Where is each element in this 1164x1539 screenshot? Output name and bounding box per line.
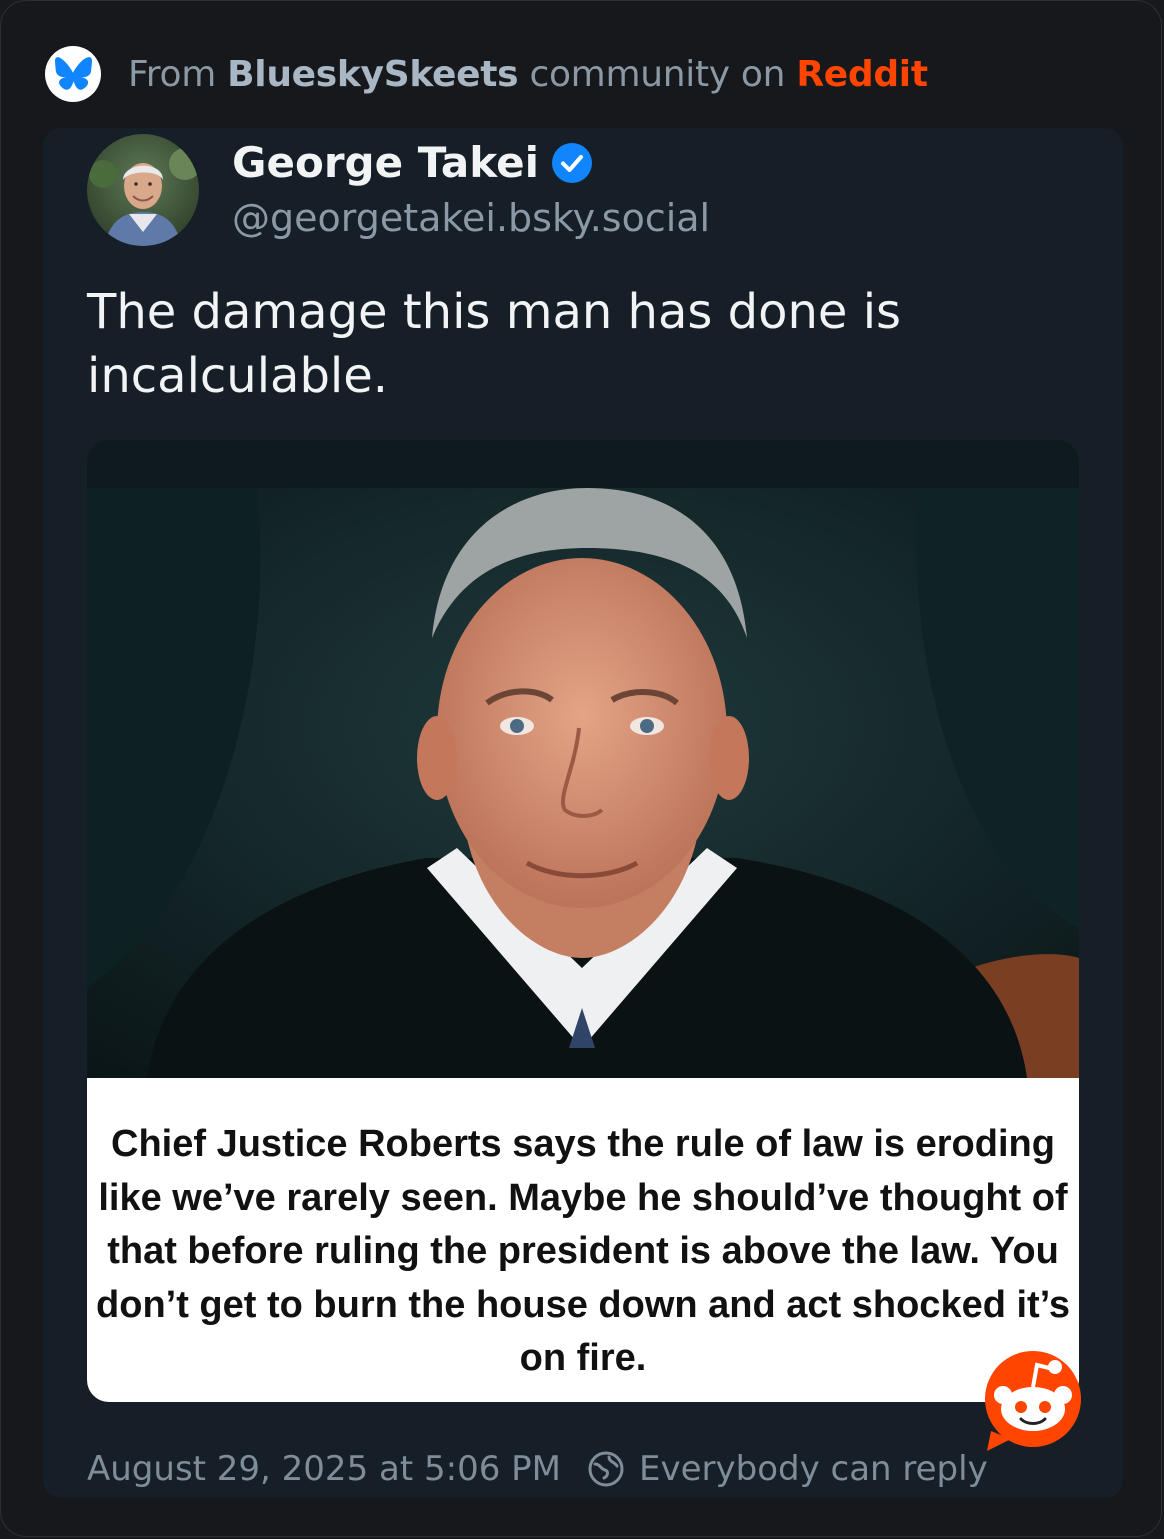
source-prefix: From bbox=[128, 53, 216, 95]
source-attribution: From BlueskySkeets community on Reddit bbox=[45, 45, 928, 103]
post-timestamp[interactable]: August 29, 2025 at 5:06 PM bbox=[87, 1449, 561, 1489]
community-link[interactable]: BlueskySkeets bbox=[227, 54, 518, 95]
source-middle: community on bbox=[529, 53, 786, 95]
post-image[interactable]: Chief Justice Roberts says the rule of l… bbox=[87, 440, 1079, 1402]
post-card[interactable]: George Takei @georgetakei.bsky.social Th… bbox=[43, 128, 1123, 1498]
author-name[interactable]: George Takei bbox=[232, 138, 593, 187]
post-footer: August 29, 2025 at 5:06 PM Everybody can… bbox=[87, 1445, 988, 1493]
verified-check-icon bbox=[551, 142, 593, 184]
avatar[interactable] bbox=[87, 134, 199, 246]
reddit-snoo-icon bbox=[985, 1351, 1081, 1451]
reddit-link[interactable]: Reddit bbox=[796, 54, 928, 95]
post-frame: From BlueskySkeets community on Reddit G… bbox=[0, 0, 1162, 1537]
image-caption-box: Chief Justice Roberts says the rule of l… bbox=[87, 1078, 1079, 1402]
author-handle[interactable]: @georgetakei.bsky.social bbox=[232, 196, 710, 240]
reply-setting: Everybody can reply bbox=[638, 1449, 988, 1489]
image-caption: Chief Justice Roberts says the rule of l… bbox=[96, 1123, 1070, 1379]
bluesky-butterfly-icon bbox=[45, 46, 101, 102]
globe-icon bbox=[587, 1450, 625, 1488]
source-label: From BlueskySkeets community on Reddit bbox=[128, 54, 928, 95]
portrait-photo bbox=[87, 488, 1079, 1078]
author-name-text: George Takei bbox=[232, 138, 539, 187]
post-text: The damage this man has done is incalcul… bbox=[87, 284, 902, 404]
